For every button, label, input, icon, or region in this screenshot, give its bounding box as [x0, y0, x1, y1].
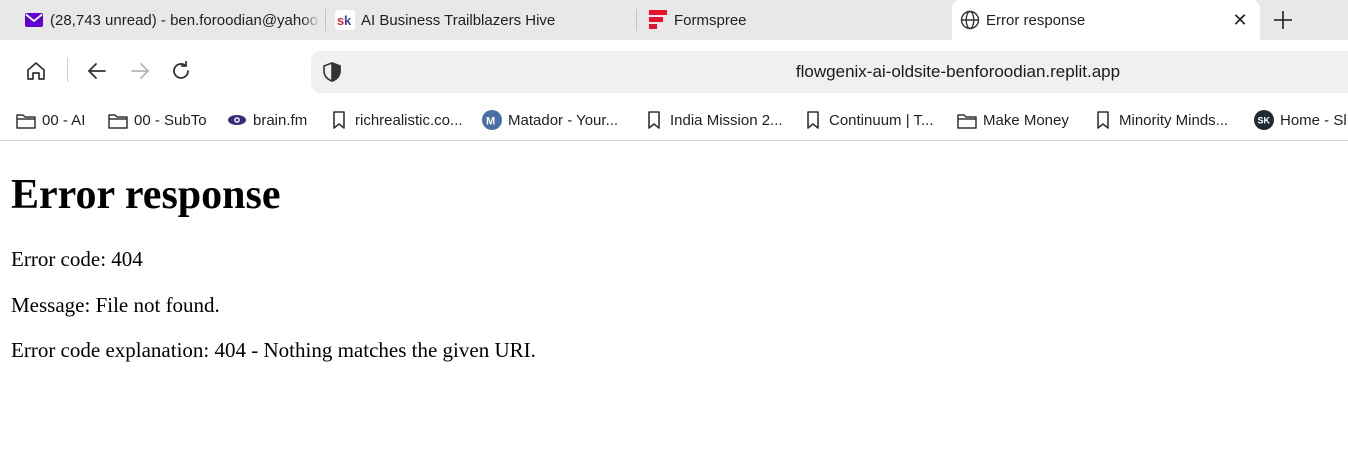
folder-icon — [108, 110, 128, 130]
page-content: Error response Error code: 404 Message: … — [0, 142, 1348, 459]
svg-text:M: M — [486, 116, 495, 128]
svg-text:k: k — [344, 13, 352, 28]
error-explanation-text: Error code explanation: 404 - Nothing ma… — [11, 338, 536, 362]
tab-title: Error response — [986, 11, 1086, 29]
bookmark-label: Home - Sl — [1280, 111, 1347, 129]
error-code-text: Error code: 404 — [11, 247, 143, 271]
globe-icon — [960, 10, 980, 30]
bookmark-label: Matador - Your... — [508, 111, 619, 129]
back-arrow-icon — [88, 63, 106, 79]
folder-icon — [957, 110, 977, 130]
close-tab-icon[interactable]: ✕ — [1230, 10, 1250, 30]
tab-error-response[interactable]: Error response ✕ — [952, 0, 1260, 40]
bookmark-brainfm[interactable]: brain.fm — [227, 109, 307, 131]
bookmark-label: 00 - SubTo — [134, 111, 207, 129]
toolbar-separator — [67, 58, 68, 82]
tab-title-fade — [302, 0, 320, 40]
bookmark-richrealistic[interactable]: richrealistic.co... — [329, 109, 463, 131]
bookmark-folder-00-ai[interactable]: 00 - AI — [16, 109, 85, 131]
folder-icon — [16, 110, 36, 130]
tab-title: (28,743 unread) - ben.foroodian@yahoo — [50, 11, 318, 29]
bookmark-icon — [803, 110, 823, 130]
new-tab-button[interactable] — [1268, 5, 1298, 35]
forward-arrow-icon — [131, 63, 149, 79]
error-message-text: Message: File not found. — [11, 293, 220, 317]
address-bar[interactable]: flowgenix-ai-oldsite-benforoodian.replit… — [311, 51, 1348, 93]
bookmark-matador[interactable]: M Matador - Your... — [482, 109, 618, 131]
bookmark-label: richrealistic.co... — [355, 111, 463, 129]
matador-icon: M — [482, 110, 502, 130]
bookmark-folder-make-money[interactable]: Make Money — [957, 109, 1069, 131]
bookmark-label: Continuum | T... — [829, 111, 934, 129]
home-button[interactable] — [21, 56, 51, 86]
tab-yahoo-mail[interactable]: (28,743 unread) - ben.foroodian@yahoo — [24, 0, 320, 40]
plus-icon — [1274, 11, 1292, 29]
bookmark-label: 00 - AI — [42, 111, 86, 129]
home-icon — [27, 62, 45, 80]
tab-formspree[interactable]: Formspree — [648, 0, 938, 40]
bookmark-icon — [1093, 110, 1113, 130]
reload-icon — [173, 60, 189, 79]
bookmark-label: India Mission 2... — [670, 111, 783, 129]
sk-logo-icon: sk — [335, 10, 355, 30]
bookmark-icon — [329, 110, 349, 130]
reload-button[interactable] — [166, 56, 196, 86]
bookmark-folder-00-subto[interactable]: 00 - SubTo — [108, 109, 207, 131]
bookmark-continuum[interactable]: Continuum | T... — [803, 109, 934, 131]
tab-ai-business-trailblazers[interactable]: sk AI Business Trailblazers Hive — [335, 0, 625, 40]
bookmark-home-sk[interactable]: SK Home - Sl — [1254, 109, 1347, 131]
tab-title: Formspree — [674, 11, 747, 29]
bookmark-label: Minority Minds... — [1119, 111, 1229, 129]
bookmark-minority-minds[interactable]: Minority Minds... — [1093, 109, 1228, 131]
back-button[interactable] — [82, 56, 112, 86]
svg-text:SK: SK — [1258, 116, 1271, 126]
navigation-toolbar: flowgenix-ai-oldsite-benforoodian.replit… — [0, 40, 1348, 100]
tab-strip: (28,743 unread) - ben.foroodian@yahoo sk… — [0, 0, 1348, 40]
url-text: flowgenix-ai-oldsite-benforoodian.replit… — [795, 62, 1121, 81]
page-heading: Error response — [11, 172, 281, 218]
tab-title: AI Business Trailblazers Hive — [361, 11, 556, 29]
bookmark-label: brain.fm — [253, 111, 308, 129]
tab-separator — [636, 9, 637, 31]
sk-dark-icon: SK — [1254, 110, 1274, 130]
bookmark-india-mission[interactable]: India Mission 2... — [644, 109, 783, 131]
yahoo-mail-icon — [24, 10, 44, 30]
brainfm-icon — [227, 110, 247, 130]
bookmark-icon — [644, 110, 664, 130]
forward-button[interactable] — [125, 56, 155, 86]
bookmark-label: Make Money — [983, 111, 1069, 129]
bookmarks-bar: 00 - AI 00 - SubTo brain.fm richrealisti… — [0, 100, 1348, 141]
formspree-icon — [648, 10, 668, 30]
tab-separator — [325, 9, 326, 31]
